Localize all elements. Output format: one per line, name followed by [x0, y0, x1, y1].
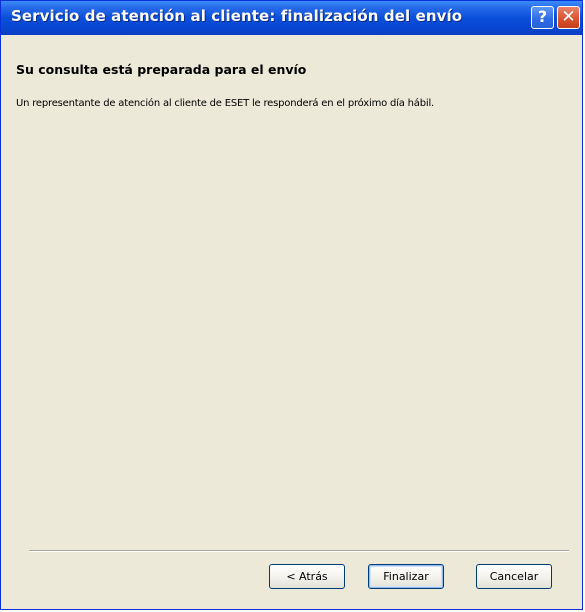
close-button[interactable]: ✕	[557, 6, 580, 29]
title-bar[interactable]: Servicio de atención al cliente: finaliz…	[1, 1, 582, 35]
dialog-window: Servicio de atención al cliente: finaliz…	[0, 0, 583, 610]
help-button[interactable]: ?	[531, 6, 554, 29]
finish-button[interactable]: Finalizar	[368, 564, 444, 589]
help-icon: ?	[537, 7, 548, 26]
dialog-content: Su consulta está preparada para el envío…	[4, 35, 579, 607]
back-button[interactable]: < Atrás	[269, 564, 345, 589]
cancel-button[interactable]: Cancelar	[476, 564, 552, 589]
info-message: Un representante de atención al cliente …	[16, 98, 435, 109]
window-title: Servicio de atención al cliente: finaliz…	[11, 7, 463, 25]
close-icon: ✕	[561, 7, 576, 27]
button-separator	[29, 550, 569, 552]
page-heading: Su consulta está preparada para el envío	[16, 62, 307, 77]
